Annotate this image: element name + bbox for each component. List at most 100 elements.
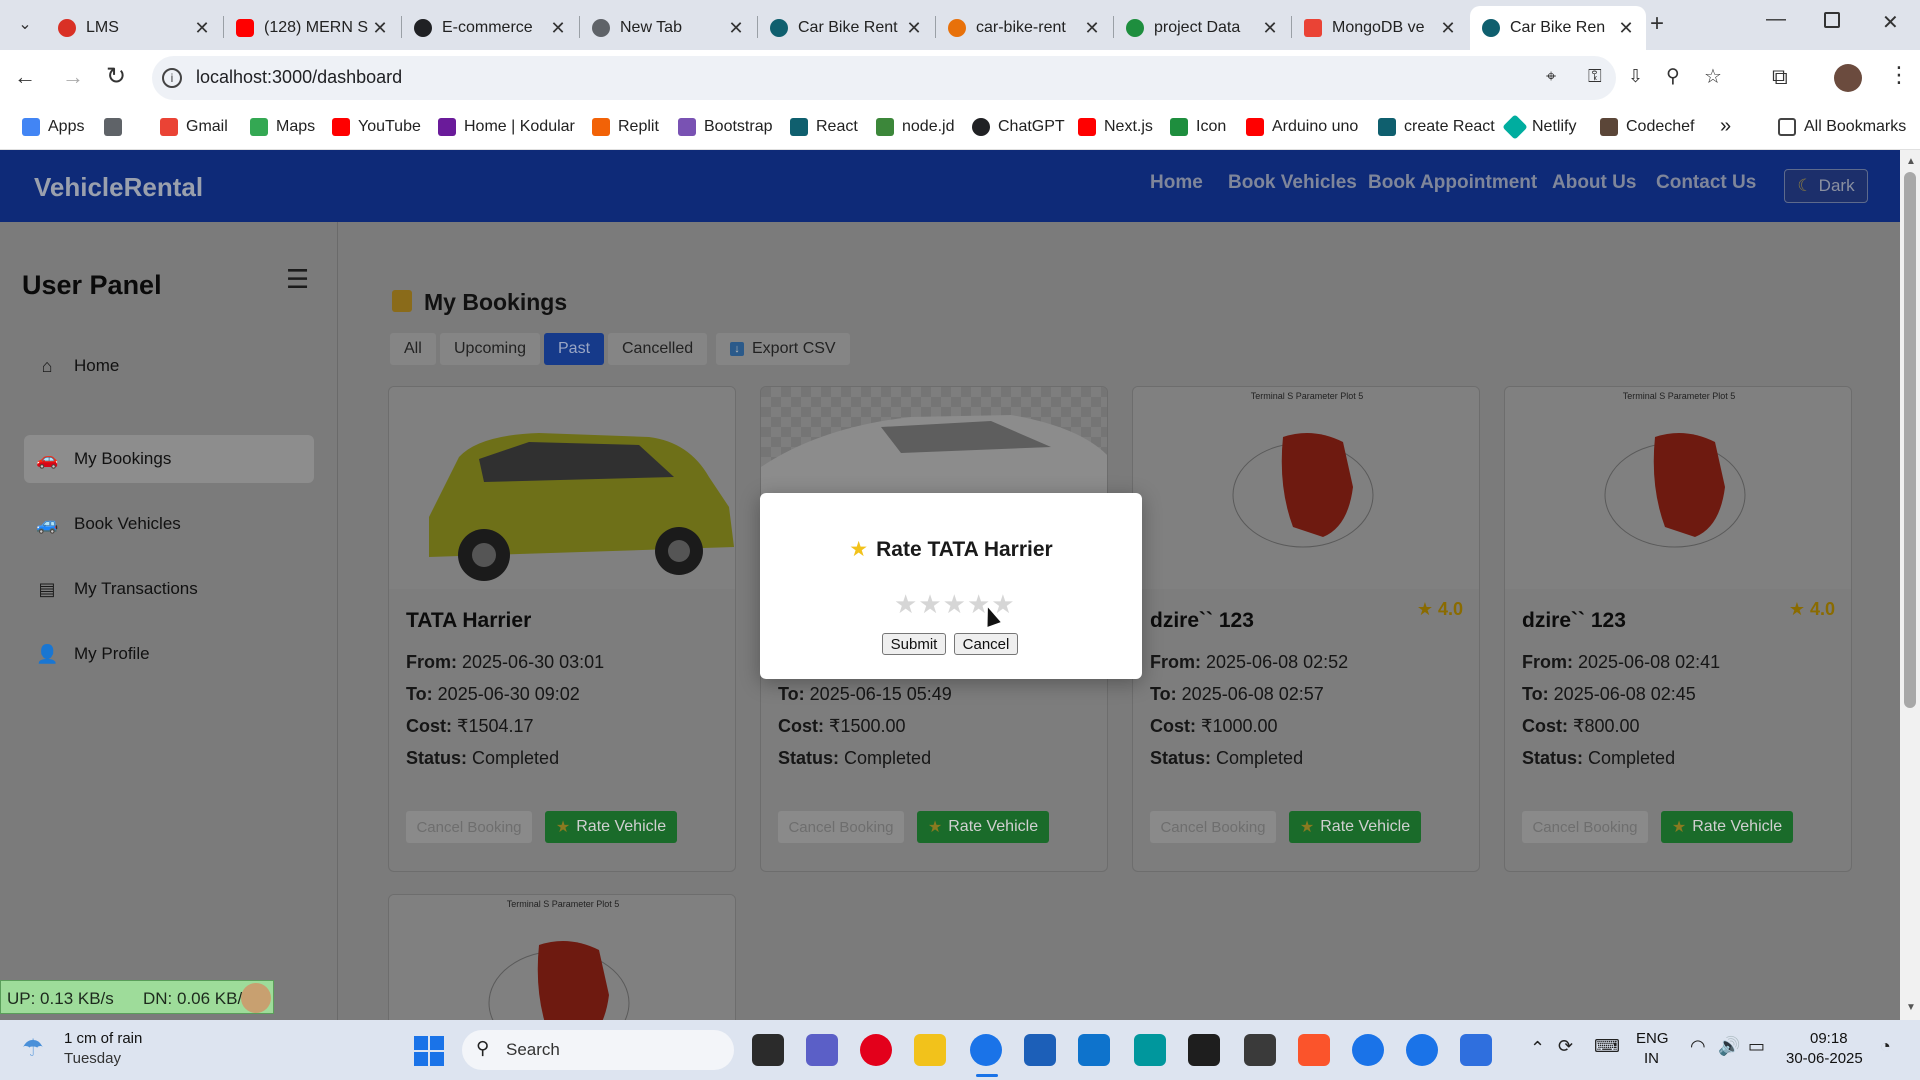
bookmark-kodular[interactable]: Home | Kodular: [438, 118, 575, 136]
tab-new-tab[interactable]: New Tab ✕: [580, 6, 756, 50]
submit-rating-button[interactable]: Submit: [882, 633, 946, 655]
minimize-icon[interactable]: —: [1766, 8, 1786, 31]
bookmark-icon[interactable]: Icon: [1170, 118, 1226, 136]
filter-all-button[interactable]: All: [390, 333, 436, 365]
bookmark-replit[interactable]: Replit: [592, 118, 659, 136]
wifi-icon[interactable]: ◠: [1690, 1036, 1706, 1057]
language-indicator[interactable]: ENG: [1636, 1030, 1669, 1047]
sidebar-item-home[interactable]: ⌂ Home: [24, 342, 314, 390]
sidebar-item-my-transactions[interactable]: ▤ My Transactions: [24, 565, 314, 613]
tab-search-chevron-icon[interactable]: ⌄: [14, 14, 36, 36]
tab-car-bike-rent-active[interactable]: Car Bike Ren ✕: [1470, 6, 1646, 50]
tab-project-data[interactable]: project Data ✕: [1114, 6, 1290, 50]
teams-icon[interactable]: [806, 1034, 838, 1066]
cancel-booking-button[interactable]: Cancel Booking: [1522, 811, 1648, 843]
notification-bell-icon[interactable]: ◔: [1880, 1036, 1891, 1057]
profile-avatar[interactable]: [1834, 64, 1862, 92]
weather-text[interactable]: 1 cm of rain: [64, 1030, 142, 1047]
cancel-rating-button[interactable]: Cancel: [954, 633, 1018, 655]
bookmark-netlify[interactable]: Netlify: [1502, 114, 1576, 140]
bookmark-tab-groups[interactable]: [104, 118, 130, 136]
bookmark-maps[interactable]: Maps: [250, 118, 315, 136]
reload-icon[interactable]: ↻: [106, 62, 126, 91]
clock-time[interactable]: 09:18: [1810, 1030, 1848, 1047]
page-scrollbar[interactable]: ▲ ▼: [1900, 150, 1920, 1020]
export-csv-button[interactable]: ↓ Export CSV: [716, 333, 850, 365]
url-text[interactable]: localhost:3000/dashboard: [196, 67, 402, 88]
filter-cancelled-button[interactable]: Cancelled: [608, 333, 708, 365]
figma-icon[interactable]: [1188, 1034, 1220, 1066]
more-bookmarks-chevron-icon[interactable]: »: [1720, 115, 1731, 138]
forward-arrow-icon[interactable]: →: [62, 64, 84, 90]
bookmark-create-react[interactable]: create React: [1378, 118, 1495, 136]
close-tab-icon[interactable]: ✕: [372, 18, 388, 39]
nav-link-contact-us[interactable]: Contact Us: [1656, 172, 1756, 194]
scroll-up-arrow-icon[interactable]: ▲: [1906, 156, 1916, 167]
clock-date[interactable]: 30-06-2025: [1786, 1050, 1863, 1067]
all-bookmarks-button[interactable]: All Bookmarks: [1778, 118, 1906, 136]
terminal-app-icon[interactable]: [1244, 1034, 1276, 1066]
brave-icon[interactable]: [1298, 1034, 1330, 1066]
close-tab-icon[interactable]: ✕: [1084, 18, 1100, 39]
bookmark-apps[interactable]: Apps: [22, 118, 84, 136]
back-arrow-icon[interactable]: ←: [14, 64, 36, 90]
zoom-icon[interactable]: ⚲: [1666, 65, 1680, 88]
nav-link-book-vehicles[interactable]: Book Vehicles: [1228, 172, 1357, 194]
rating-star-3-icon[interactable]: ★: [943, 589, 967, 619]
microsoft-store-icon[interactable]: [1024, 1034, 1056, 1066]
windows-start-icon[interactable]: [414, 1036, 444, 1066]
rating-star-1-icon[interactable]: ★: [894, 589, 918, 619]
tab-ecommerce[interactable]: E-commerce ✕: [402, 6, 578, 50]
install-app-icon[interactable]: ⇩: [1628, 66, 1643, 87]
close-tab-icon[interactable]: ✕: [1262, 18, 1278, 39]
sidebar-item-book-vehicles[interactable]: 🚙 Book Vehicles: [24, 500, 314, 548]
close-tab-icon[interactable]: ✕: [728, 18, 744, 39]
extensions-puzzle-icon[interactable]: ⧉: [1772, 64, 1788, 90]
cancel-booking-button[interactable]: Cancel Booking: [778, 811, 904, 843]
file-explorer-icon[interactable]: [914, 1034, 946, 1066]
cancel-booking-button[interactable]: Cancel Booking: [1150, 811, 1276, 843]
nav-link-book-appointment[interactable]: Book Appointment: [1368, 172, 1537, 194]
restore-window-icon[interactable]: [1824, 12, 1840, 28]
bookmark-youtube[interactable]: YouTube: [332, 118, 421, 136]
bookmark-gmail[interactable]: Gmail: [160, 118, 228, 136]
cancel-booking-button[interactable]: Cancel Booking: [406, 811, 532, 843]
bookmark-bootstrap[interactable]: Bootstrap: [678, 118, 772, 136]
region-indicator[interactable]: IN: [1644, 1050, 1659, 1067]
close-tab-icon[interactable]: ✕: [550, 18, 566, 39]
bookmark-react[interactable]: React: [790, 118, 858, 136]
opera-icon[interactable]: [860, 1034, 892, 1066]
bookmark-nodejs[interactable]: node.jd: [876, 118, 955, 136]
vscode-icon[interactable]: [1078, 1034, 1110, 1066]
taskbar-search-box[interactable]: ⚲ Search: [462, 1030, 734, 1070]
sync-icon[interactable]: ⟳: [1558, 1036, 1573, 1057]
brand-logo-text[interactable]: VehicleRental: [34, 172, 203, 203]
screen-recorder-icon[interactable]: [1460, 1034, 1492, 1066]
nav-link-home[interactable]: Home: [1150, 172, 1203, 194]
weather-day[interactable]: Tuesday: [64, 1050, 121, 1067]
site-info-icon[interactable]: i: [162, 68, 182, 88]
rate-vehicle-button[interactable]: ★ Rate Vehicle: [1289, 811, 1421, 843]
chrome-icon[interactable]: [970, 1034, 1002, 1066]
tab-car-bike-rent[interactable]: Car Bike Rent ✕: [758, 6, 934, 50]
volume-icon[interactable]: 🔊: [1718, 1036, 1740, 1057]
tab-lms[interactable]: LMS ✕: [46, 6, 222, 50]
new-tab-plus-icon[interactable]: +: [1650, 10, 1664, 38]
chrome-profile-3-icon[interactable]: [1406, 1034, 1438, 1066]
weather-rain-icon[interactable]: ☂: [22, 1034, 44, 1063]
close-tab-icon[interactable]: ✕: [1440, 18, 1456, 39]
rate-vehicle-button[interactable]: ★ Rate Vehicle: [545, 811, 677, 843]
kebab-menu-icon[interactable]: ⋮: [1888, 62, 1910, 88]
close-tab-icon[interactable]: ✕: [1618, 18, 1634, 39]
close-tab-icon[interactable]: ✕: [906, 18, 922, 39]
task-view-icon[interactable]: [752, 1034, 784, 1066]
address-bar[interactable]: i localhost:3000/dashboard ⌖ ⚿ ⇩ ⚲ ☆: [152, 56, 1722, 100]
rating-star-2-icon[interactable]: ★: [918, 589, 942, 619]
bookmark-codechef[interactable]: Codechef: [1600, 118, 1695, 136]
tab-firebase[interactable]: car-bike-rent ✕: [936, 6, 1112, 50]
keyboard-icon[interactable]: ⌨: [1594, 1036, 1620, 1057]
rate-vehicle-button[interactable]: ★ Rate Vehicle: [1661, 811, 1793, 843]
filter-upcoming-button[interactable]: Upcoming: [440, 333, 541, 365]
dark-mode-toggle-button[interactable]: ☾ Dark: [1784, 169, 1868, 203]
rate-vehicle-button[interactable]: ★ Rate Vehicle: [917, 811, 1049, 843]
